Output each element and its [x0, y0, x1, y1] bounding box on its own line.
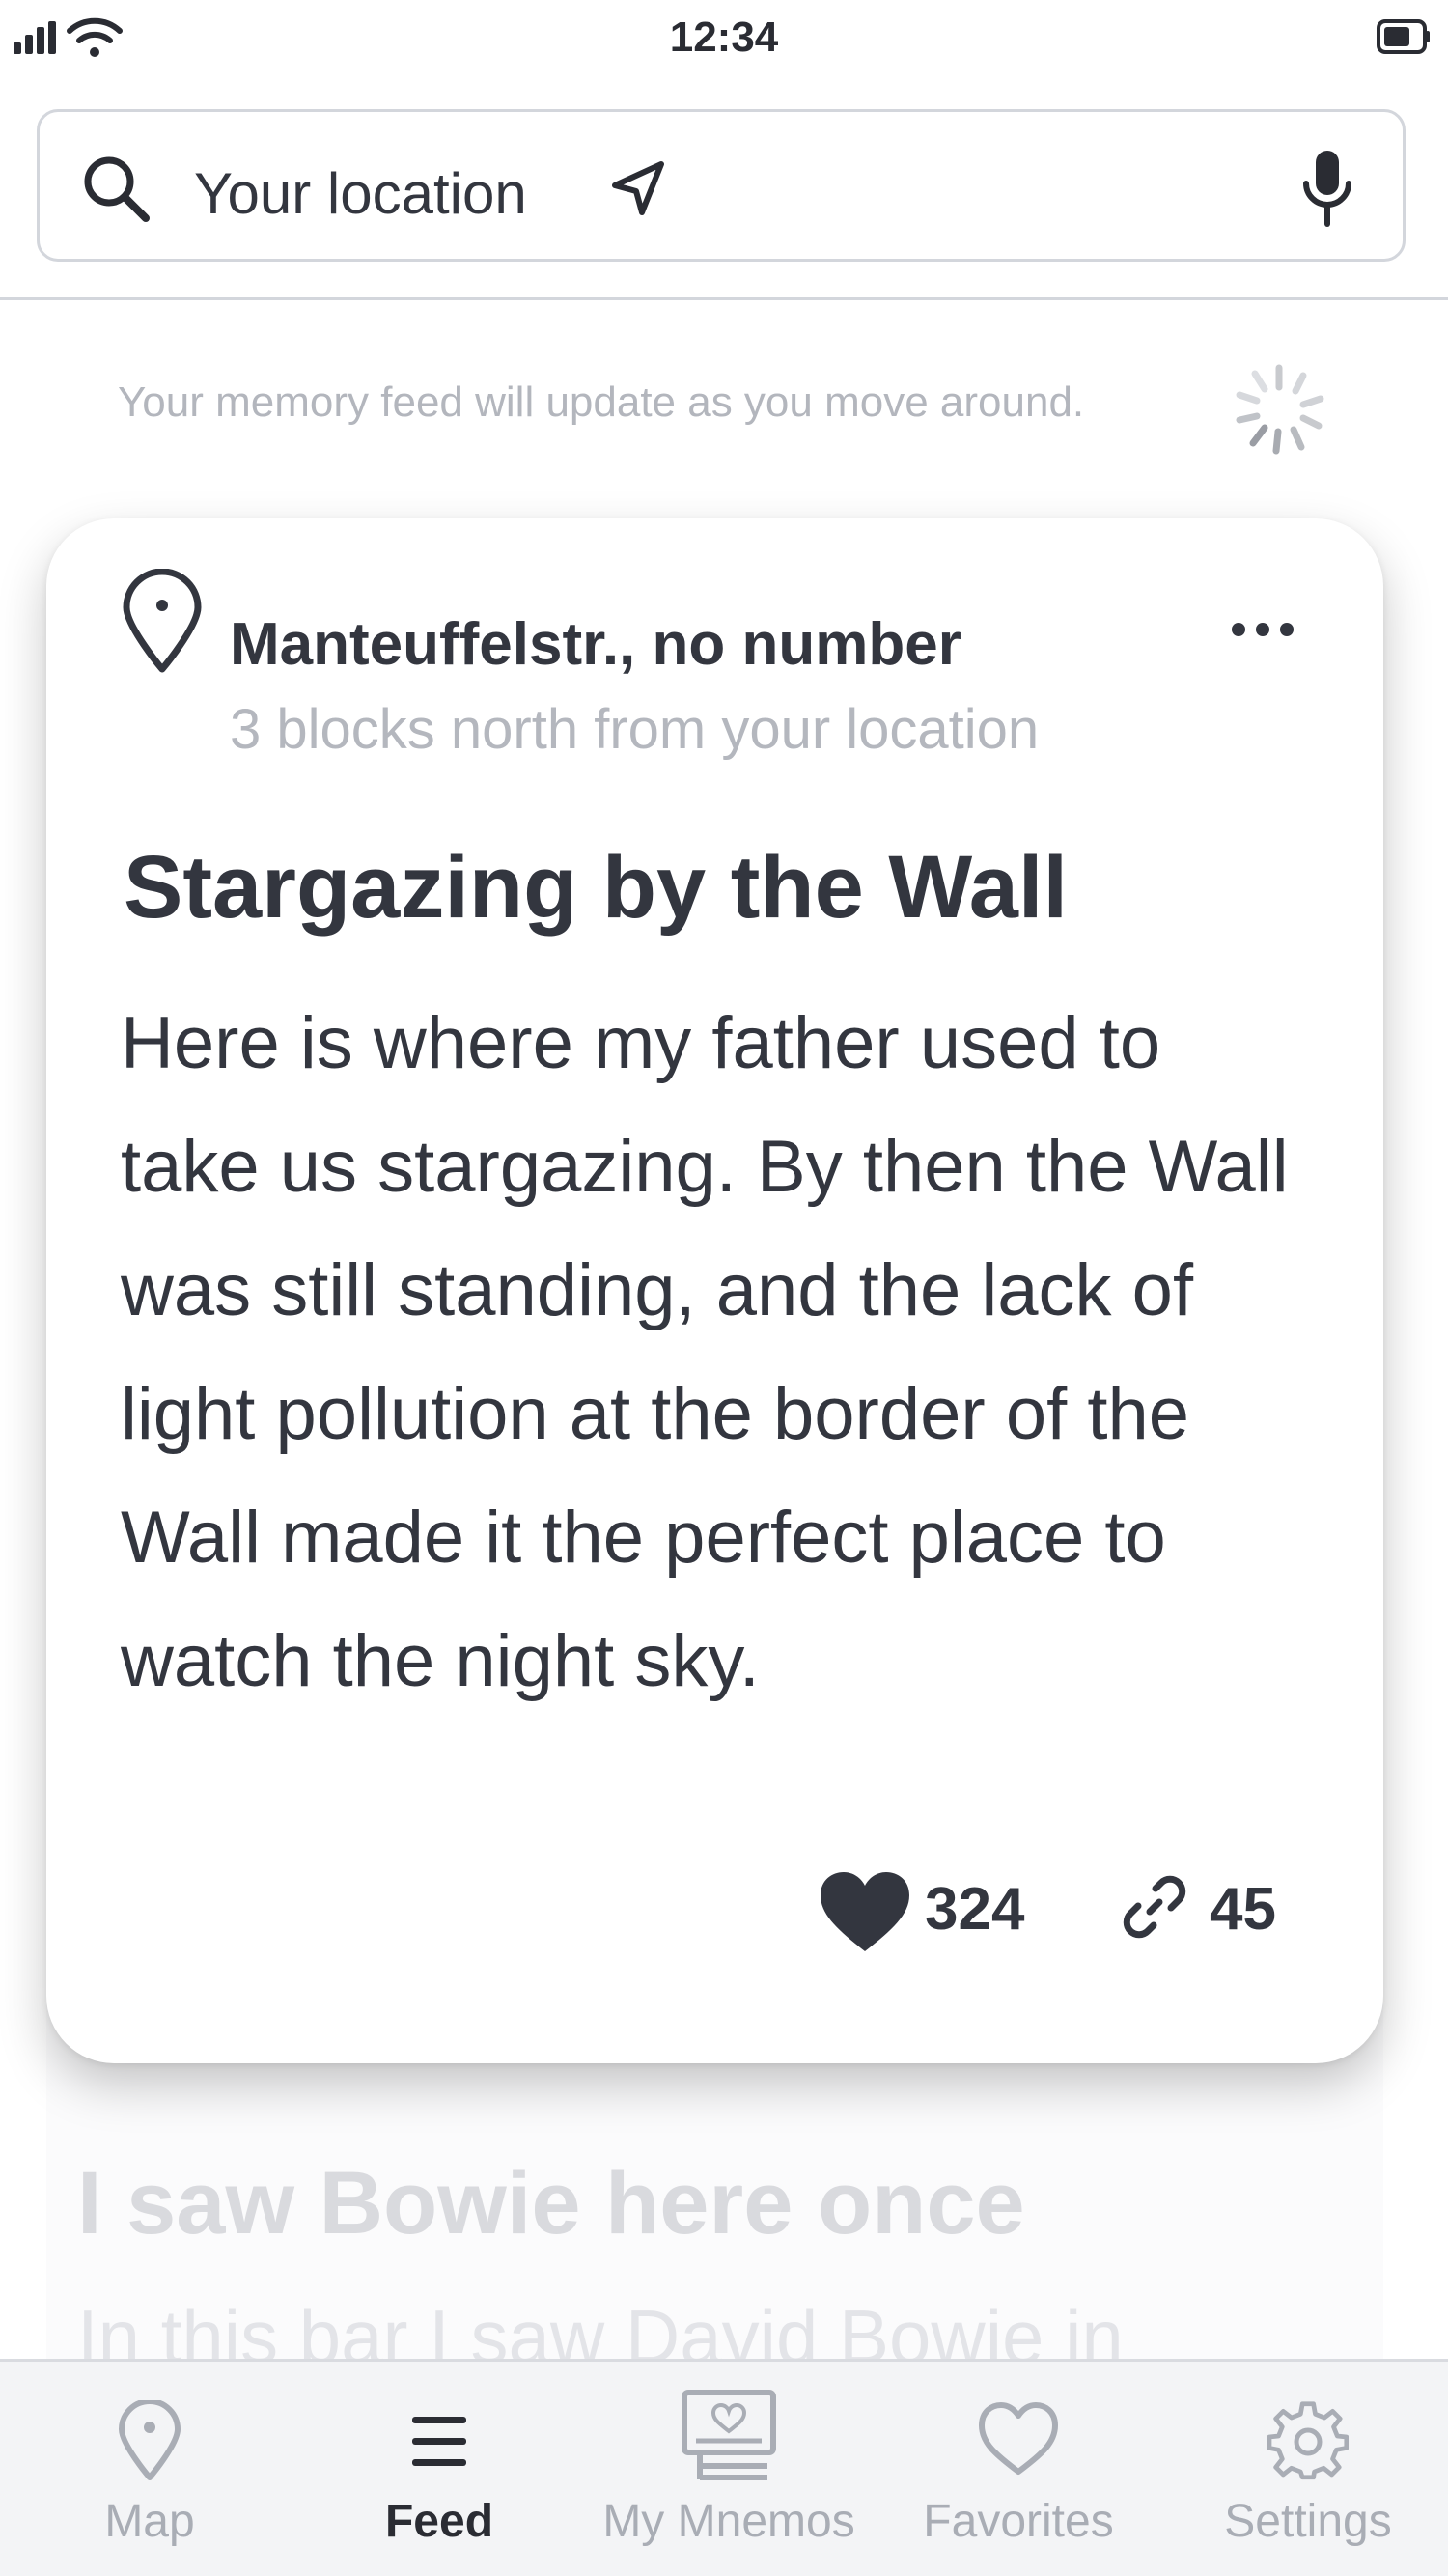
tab-bar: Map Feed My Mnemos Favorites Settings [0, 2359, 1448, 2576]
more-options-icon[interactable] [1229, 615, 1296, 644]
next-memory-title: I saw Bowie here once [77, 2154, 1025, 2253]
link-icon[interactable] [1123, 1875, 1186, 1939]
tab-feed[interactable]: Feed [338, 2362, 541, 2576]
memory-distance: 3 blocks north from your location [230, 698, 1040, 761]
tab-map[interactable]: Map [48, 2362, 251, 2576]
tab-label-feed: Feed [384, 2496, 494, 2547]
location-search-bar[interactable]: Your location [37, 109, 1406, 262]
memory-body: Here is where my father used to take us … [121, 1002, 1289, 1702]
tab-label-favorites: Favorites [923, 2496, 1114, 2547]
tab-label-map: Map [104, 2496, 195, 2547]
loading-spinner-icon [1236, 364, 1324, 455]
heart-outline-icon [979, 2402, 1058, 2475]
tab-my-mnemos[interactable]: My Mnemos [589, 2362, 869, 2576]
likes-count: 324 [925, 1876, 1025, 1943]
links-count: 45 [1210, 1876, 1276, 1943]
memory-title: Stargazing by the Wall [124, 838, 1069, 937]
tab-label-my-mnemos: My Mnemos [602, 2496, 855, 2547]
feed-update-notice: Your memory feed will update as you move… [118, 378, 1085, 426]
search-location-text: Your location [194, 161, 527, 226]
tab-favorites[interactable]: Favorites [898, 2362, 1139, 2576]
search-divider [0, 297, 1448, 300]
mnemo-card-icon [682, 2390, 776, 2480]
hamburger-menu-icon [412, 2417, 466, 2466]
battery-icon [1377, 19, 1430, 54]
status-bar: 12:34 [0, 0, 1448, 77]
location-pin-icon [123, 569, 202, 673]
tab-label-settings: Settings [1224, 2496, 1392, 2547]
memory-address: Manteuffelstr., no number [230, 611, 961, 678]
tab-settings[interactable]: Settings [1202, 2362, 1414, 2576]
memory-card[interactable]: Manteuffelstr., no number 3 blocks north… [46, 518, 1383, 2063]
next-memory-body: In this bar I saw David Bowie in [77, 2294, 1124, 2361]
gear-icon [1267, 2401, 1349, 2480]
navigation-arrow-icon[interactable] [609, 160, 667, 218]
microphone-icon[interactable] [1300, 149, 1354, 228]
map-pin-icon [119, 2400, 181, 2480]
heart-filled-icon[interactable] [819, 1870, 911, 1953]
status-time: 12:34 [669, 14, 779, 61]
search-icon [84, 156, 150, 222]
